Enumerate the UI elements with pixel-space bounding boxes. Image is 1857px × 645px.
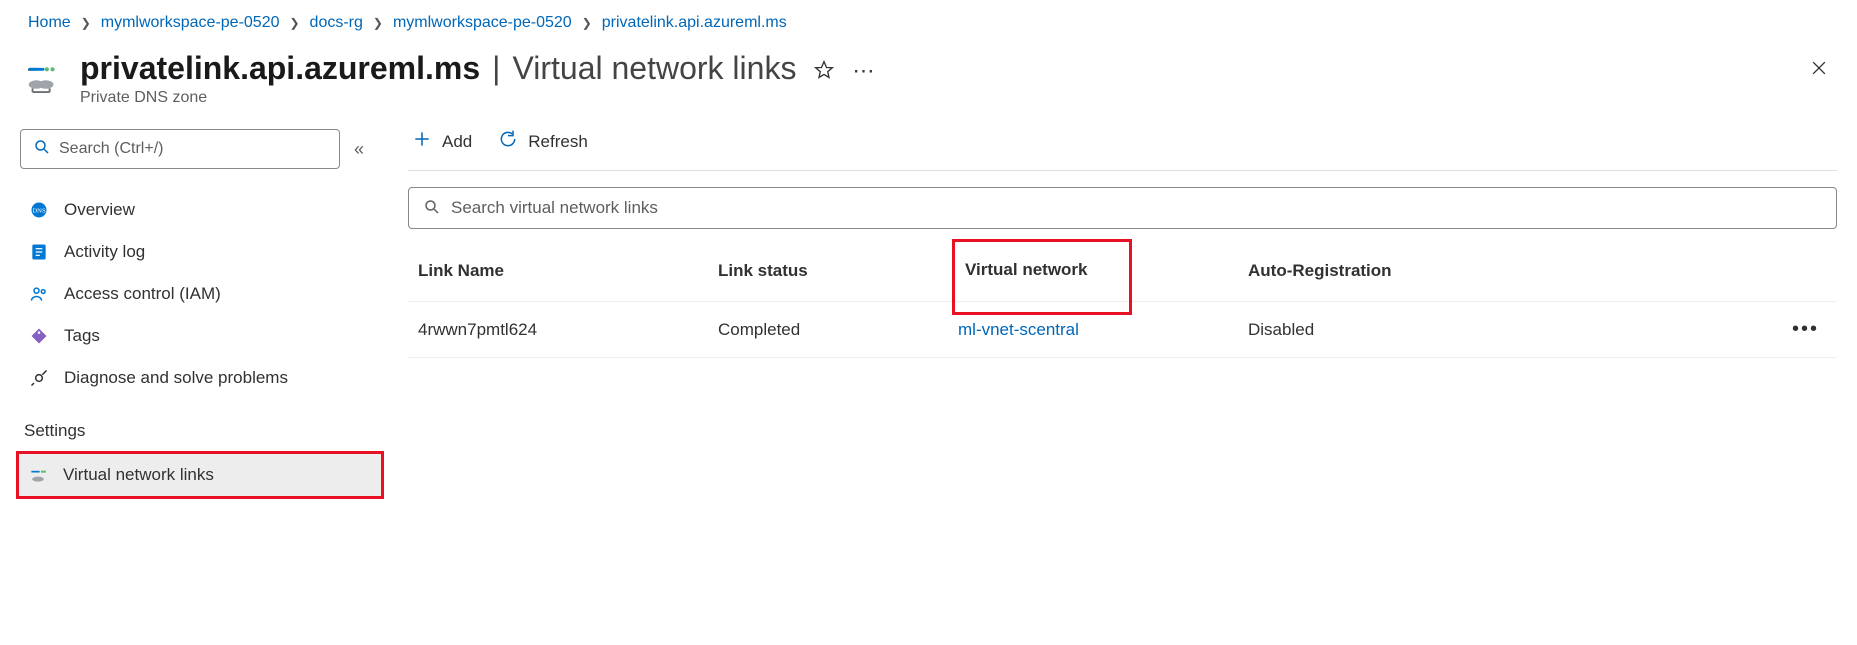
breadcrumb-item[interactable]: Home [28,14,71,32]
resource-name: privatelink.api.azureml.ms [80,50,480,87]
sidebar-item-vnet-links[interactable]: Virtual network links [16,451,384,499]
iam-icon [28,283,50,305]
favorite-star-icon[interactable] [814,60,834,83]
dns-zone-icon [24,50,62,97]
diagnose-icon [28,367,50,389]
column-header-link-name[interactable]: Link Name [418,261,718,281]
column-header-auto-registration[interactable]: Auto-Registration [1248,261,1767,281]
sidebar-item-tags[interactable]: Tags [20,315,380,357]
add-button[interactable]: Add [412,129,472,154]
refresh-button[interactable]: Refresh [498,129,588,154]
refresh-icon [498,129,518,154]
sidebar-item-label: Virtual network links [63,465,214,485]
main-content: Add Refresh Link Name Link status Virtua… [408,129,1837,499]
refresh-button-label: Refresh [528,132,588,152]
close-button[interactable] [1809,65,1829,81]
sidebar-item-label: Diagnose and solve problems [64,368,288,388]
collapse-sidebar-button[interactable]: « [354,139,364,160]
sidebar-item-label: Overview [64,200,135,220]
overview-icon: DNS [28,199,50,221]
column-header-virtual-network-label: Virtual network [952,239,1132,315]
search-icon [423,198,441,219]
plus-icon [412,129,432,154]
activity-log-icon [28,241,50,263]
cell-link-name: 4rwwn7pmtl624 [418,320,718,340]
blade-name: Virtual network links [512,50,796,87]
chevron-right-icon: ❯ [582,16,592,30]
sidebar-item-label: Activity log [64,242,145,262]
column-header-link-status[interactable]: Link status [718,261,958,281]
sidebar-item-activity-log[interactable]: Activity log [20,231,380,273]
virtual-network-link[interactable]: ml-vnet-scentral [958,320,1079,339]
main-search[interactable] [408,187,1837,229]
sidebar-item-label: Access control (IAM) [64,284,221,304]
more-actions-icon[interactable]: ⋯ [852,58,876,84]
page-title: privatelink.api.azureml.ms | Virtual net… [80,50,796,87]
add-button-label: Add [442,132,472,152]
page-header: privatelink.api.azureml.ms | Virtual net… [20,50,1837,107]
cell-virtual-network: ml-vnet-scentral [958,320,1248,340]
search-icon [33,138,51,161]
chevron-right-icon: ❯ [289,16,299,30]
sidebar: « DNS Overview Activity log Access contr… [20,129,380,499]
breadcrumb: Home ❯ mymlworkspace-pe-0520 ❯ docs-rg ❯… [20,14,1837,32]
sidebar-item-diagnose[interactable]: Diagnose and solve problems [20,357,380,399]
sidebar-item-label: Tags [64,326,100,346]
chevron-right-icon: ❯ [373,16,383,30]
cell-link-status: Completed [718,320,958,340]
toolbar-divider [408,170,1837,171]
vnet-links-icon [27,464,49,486]
page-title-separator: | [492,50,500,87]
sidebar-search-input[interactable] [59,140,327,158]
tags-icon [28,325,50,347]
main-search-input[interactable] [451,198,1822,218]
chevron-right-icon: ❯ [81,16,91,30]
table-header: Link Name Link status Virtual network Au… [408,241,1837,302]
row-more-actions-icon[interactable]: ••• [1767,318,1827,341]
sidebar-search[interactable] [20,129,340,169]
breadcrumb-item[interactable]: docs-rg [310,14,363,32]
breadcrumb-item[interactable]: mymlworkspace-pe-0520 [101,14,280,32]
cell-auto-registration: Disabled [1248,320,1767,340]
breadcrumb-item[interactable]: privatelink.api.azureml.ms [602,14,787,32]
sidebar-section-settings: Settings [24,421,380,441]
svg-text:DNS: DNS [32,208,46,215]
column-header-virtual-network[interactable]: Virtual network [958,257,1248,285]
resource-type-label: Private DNS zone [80,89,796,107]
sidebar-item-overview[interactable]: DNS Overview [20,189,380,231]
breadcrumb-item[interactable]: mymlworkspace-pe-0520 [393,14,572,32]
sidebar-item-iam[interactable]: Access control (IAM) [20,273,380,315]
toolbar: Add Refresh [408,129,1837,154]
